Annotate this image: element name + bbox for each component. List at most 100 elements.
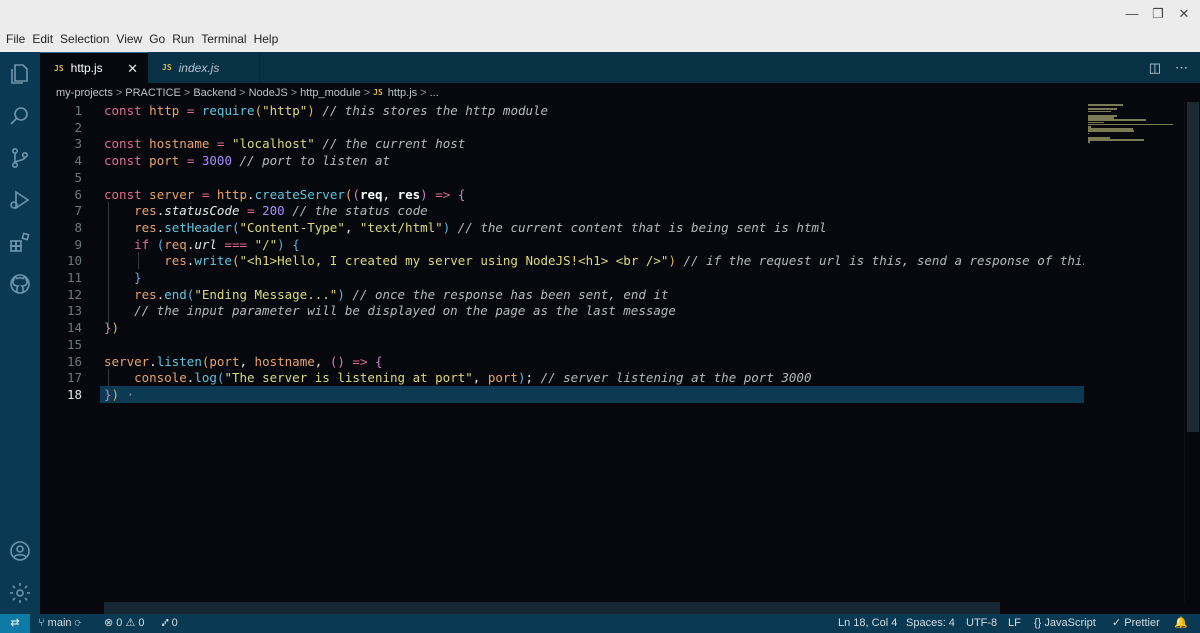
line-number: 16: [66, 353, 82, 369]
notifications-bell-icon[interactable]: 🔔: [1174, 614, 1188, 633]
menu-item-go[interactable]: Go: [143, 29, 165, 49]
code-token: const: [104, 136, 142, 152]
branch-indicator[interactable]: ⑂ main ⟳: [38, 614, 81, 633]
code-token: {: [292, 236, 300, 252]
indentation-indicator[interactable]: Spaces: 4: [906, 614, 955, 633]
menu-item-edit[interactable]: Edit: [26, 29, 53, 49]
eol-indicator[interactable]: LF: [1008, 614, 1021, 633]
restore-button[interactable]: ❐: [1150, 6, 1166, 22]
code-line[interactable]: res.end("Ending Message...") // once the…: [104, 287, 668, 304]
code-token: (: [231, 253, 240, 269]
menu-item-terminal[interactable]: Terminal: [195, 29, 246, 49]
close-icon[interactable]: ✕: [127, 61, 138, 77]
github-icon[interactable]: [8, 272, 32, 296]
code-token: // the current host: [322, 136, 466, 152]
code-line[interactable]: }) ·: [104, 387, 134, 404]
code-token: res: [134, 286, 157, 302]
code-token: server: [149, 186, 195, 202]
code-token: ,: [382, 186, 398, 202]
code-token: ===: [224, 236, 248, 252]
code-line[interactable]: const hostname = "localhost" // the curr…: [104, 136, 465, 153]
sync-icon[interactable]: ⟳: [75, 617, 82, 629]
tab-index-js[interactable]: JS index.js: [148, 52, 260, 83]
scrollbar-thumb[interactable]: [1187, 102, 1199, 432]
chevron-right-icon: >: [115, 86, 123, 99]
current-line-highlight: [100, 386, 1184, 403]
code-editor[interactable]: 1 2 3 4 5 6 7 8 9 10 11 12 13 14 15 16 17 18 const http =…: [40, 102, 1184, 602]
code-token: port: [149, 153, 180, 169]
ports-indicator[interactable]: ⑇ 0: [162, 614, 178, 633]
breadcrumb-item[interactable]: http_module: [300, 87, 361, 99]
code-line[interactable]: }: [104, 270, 142, 287]
status-bar: ⇄ ⑂ main ⟳ ⊗ 0 ⚠ 0 ⑇ 0 Ln 18, Col 4 Spac…: [0, 614, 1200, 633]
code-token: ): [337, 286, 345, 302]
breadcrumb-symbol[interactable]: ...: [430, 87, 439, 99]
code-line[interactable]: if (req.url === "/") {: [104, 237, 300, 254]
code-line[interactable]: const server = http.createServer((req, r…: [104, 187, 465, 204]
minimap[interactable]: [1084, 102, 1184, 602]
code-line[interactable]: res.setHeader("Content-Type", "text/html…: [104, 219, 826, 237]
menu-item-run[interactable]: Run: [166, 29, 194, 49]
line-number: 18: [66, 386, 82, 402]
problems-indicator[interactable]: ⊗ 0 ⚠ 0: [104, 614, 144, 633]
line-number: 5: [74, 169, 82, 185]
tab-http-js[interactable]: JS http.js ✕: [40, 52, 148, 83]
code-token: statusCode: [164, 203, 240, 219]
javascript-file-icon: JS: [162, 63, 172, 72]
menu-item-selection[interactable]: Selection: [54, 29, 109, 49]
code-line[interactable]: // the input parameter will be displayed…: [104, 303, 676, 320]
menu-item-view[interactable]: View: [110, 29, 142, 49]
run-debug-icon[interactable]: [8, 188, 32, 212]
code-line[interactable]: res.write("<h1>Hello, I created my serve…: [104, 253, 1165, 270]
code-token: res: [134, 219, 157, 235]
code-line[interactable]: server.listen(port, hostname, () => {: [104, 354, 383, 371]
search-icon[interactable]: [8, 104, 32, 128]
javascript-file-icon: JS: [54, 63, 64, 73]
settings-gear-icon[interactable]: [8, 581, 32, 605]
account-icon[interactable]: [8, 539, 32, 563]
code-line[interactable]: res.statusCode = 200 // the status code: [104, 203, 428, 220]
menu-item-help[interactable]: Help: [248, 29, 279, 49]
code-line[interactable]: const port = 3000 // port to listen at: [104, 153, 390, 170]
breadcrumb-item[interactable]: Backend: [193, 87, 236, 99]
cursor-position[interactable]: Ln 18, Col 4: [838, 614, 897, 633]
explorer-icon[interactable]: [8, 62, 32, 86]
vertical-scrollbar[interactable]: [1184, 102, 1200, 602]
code-token: port: [209, 353, 240, 369]
prettier-indicator[interactable]: ✓ Prettier: [1112, 614, 1160, 633]
breadcrumb-item[interactable]: PRACTICE: [125, 87, 181, 99]
close-window-button[interactable]: ✕: [1176, 6, 1192, 22]
code-token: "localhost": [231, 136, 315, 152]
split-editor-icon[interactable]: ◫: [1149, 60, 1161, 76]
breadcrumb-item[interactable]: NodeJS: [249, 87, 288, 99]
breadcrumb-file[interactable]: http.js: [388, 87, 417, 99]
minimap-line: [1088, 130, 1134, 132]
code-token: res: [397, 186, 421, 202]
breadcrumb-item[interactable]: my-projects: [56, 87, 113, 99]
language-label: JavaScript: [1044, 617, 1096, 629]
line-number: 8: [74, 219, 82, 235]
code-token: createServer: [254, 186, 345, 202]
extensions-icon[interactable]: [8, 230, 32, 254]
chevron-right-icon: >: [290, 86, 298, 99]
more-actions-icon[interactable]: ⋯: [1175, 60, 1188, 76]
code-token: =>: [352, 353, 368, 369]
horizontal-scrollbar[interactable]: [104, 602, 1000, 614]
menu-item-file[interactable]: File: [0, 29, 25, 49]
breadcrumb: my-projects > PRACTICE > Backend > NodeJS > http…: [40, 83, 1200, 102]
remote-indicator-icon[interactable]: ⇄: [0, 614, 30, 633]
code-line[interactable]: const http = require("http") // this sto…: [104, 103, 548, 120]
minimize-button[interactable]: —: [1124, 6, 1140, 22]
language-mode[interactable]: {} JavaScript: [1034, 614, 1096, 633]
code-line[interactable]: console.log("The server is listening at …: [104, 370, 811, 387]
code-token: "<h1>Hello, I created my server using No…: [239, 253, 669, 269]
code-line[interactable]: }): [104, 320, 119, 337]
source-control-icon[interactable]: [8, 146, 32, 170]
encoding-indicator[interactable]: UTF-8: [966, 614, 997, 633]
line-number: 7: [74, 203, 82, 219]
